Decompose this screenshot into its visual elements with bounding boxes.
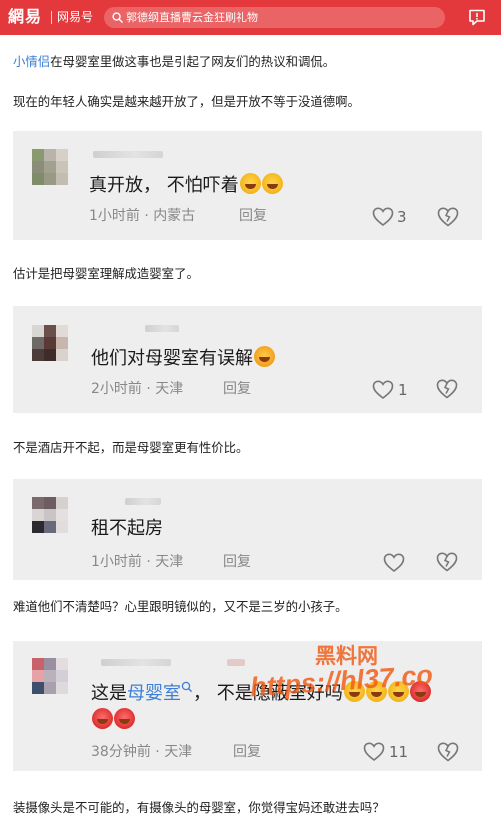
search-tag-link[interactable]: 母婴室 [127,683,181,704]
top-bar: 網易 网易号 郭德纲直播曹云金狂刷礼物 [0,0,501,35]
reply-button[interactable]: 回复 [223,380,251,398]
comment-location: 天津 [164,744,193,760]
comment-card: 真开放， 不怕吓着 1小时前 · 内蒙古 回复 3 [13,131,482,240]
comment-icon[interactable] [467,7,487,27]
comment-meta: 1小时前 · 内蒙古 [89,208,196,224]
avatar[interactable] [32,325,68,361]
broken-heart-icon[interactable] [437,206,459,228]
heart-icon[interactable] [372,207,394,227]
search-box[interactable]: 郭德纲直播曹云金狂刷礼物 [104,7,445,28]
username[interactable] [93,151,163,158]
username[interactable] [125,498,161,505]
username[interactable] [145,325,179,332]
reply-button[interactable]: 回复 [223,553,251,571]
article-paragraph: 小情侣在母婴室里做这事也是引起了网友们的热议和调侃。 [13,53,335,71]
article-paragraph: 不是酒店开不起，而是母婴室更有性价比。 [13,440,249,455]
like-count: 11 [389,743,409,761]
comment-card: 他们对母婴室有误解 2小时前 · 天津 回复 1 [13,306,482,413]
logo-divider [51,11,52,24]
netease-logo[interactable]: 網易 [8,7,42,27]
article-paragraph: 难道他们不清楚吗？心里跟明镜似的，又不是三岁的小孩子。 [13,599,348,614]
comment-time: 2小时前 [91,381,142,397]
comment-text: 他们对母婴室有误解 [91,346,275,371]
comment-time: 38分钟前 [91,744,151,760]
broken-heart-icon[interactable] [436,551,458,573]
angry-emoji [114,708,135,729]
grinning-emoji [254,346,275,367]
comment-text: 真开放， 不怕吓着 [89,173,283,198]
article-paragraph: 装摄像头是不可能的，有摄像头的母婴室，你觉得宝妈还敢进去吗？ [13,800,385,815]
comment-meta: 1小时前 · 天津 [91,554,184,570]
reply-button[interactable]: 回复 [239,207,267,225]
comment-text-emojis [91,708,135,733]
laughing-emoji [261,173,283,194]
comment-time: 1小时前 [89,208,140,224]
comment-location: 内蒙古 [153,208,196,224]
comment-text: 租不起房 [91,518,163,539]
heart-icon[interactable] [383,553,405,573]
like-count: 3 [397,208,407,226]
angry-emoji [92,708,113,729]
user-badge [227,659,245,666]
comment-meta: 38分钟前 · 天津 [91,744,193,760]
broken-heart-icon[interactable] [437,741,459,763]
avatar[interactable] [32,149,68,185]
search-icon [112,12,123,23]
comment-location: 天津 [155,381,184,397]
article-paragraph: 现在的年轻人确实是越来越开放了，但是开放不等于没道德啊。 [13,94,360,109]
search-hot-query: 郭德纲直播曹云金狂刷礼物 [126,11,258,24]
broken-heart-icon[interactable] [436,378,458,400]
heart-icon[interactable] [363,742,385,762]
username[interactable] [101,659,171,666]
like-count: 1 [398,381,408,399]
avatar[interactable] [32,497,68,533]
topic-link[interactable]: 小情侣 [13,54,50,69]
laughing-emoji [239,173,261,194]
reply-button[interactable]: 回复 [233,743,261,761]
search-icon[interactable] [181,681,193,693]
paragraph-text: 在母婴室里做这事也是引起了网友们的热议和调侃。 [50,54,336,69]
avatar[interactable] [32,658,68,694]
comment-time: 1小时前 [91,554,142,570]
comment-meta: 2小时前 · 天津 [91,381,184,397]
channel-label[interactable]: 网易号 [57,10,93,25]
heart-icon[interactable] [372,380,394,400]
comment-location: 天津 [155,554,184,570]
comment-card: 租不起房 1小时前 · 天津 回复 [13,479,482,580]
article-paragraph: 估计是把母婴室理解成造婴室了。 [13,266,199,281]
